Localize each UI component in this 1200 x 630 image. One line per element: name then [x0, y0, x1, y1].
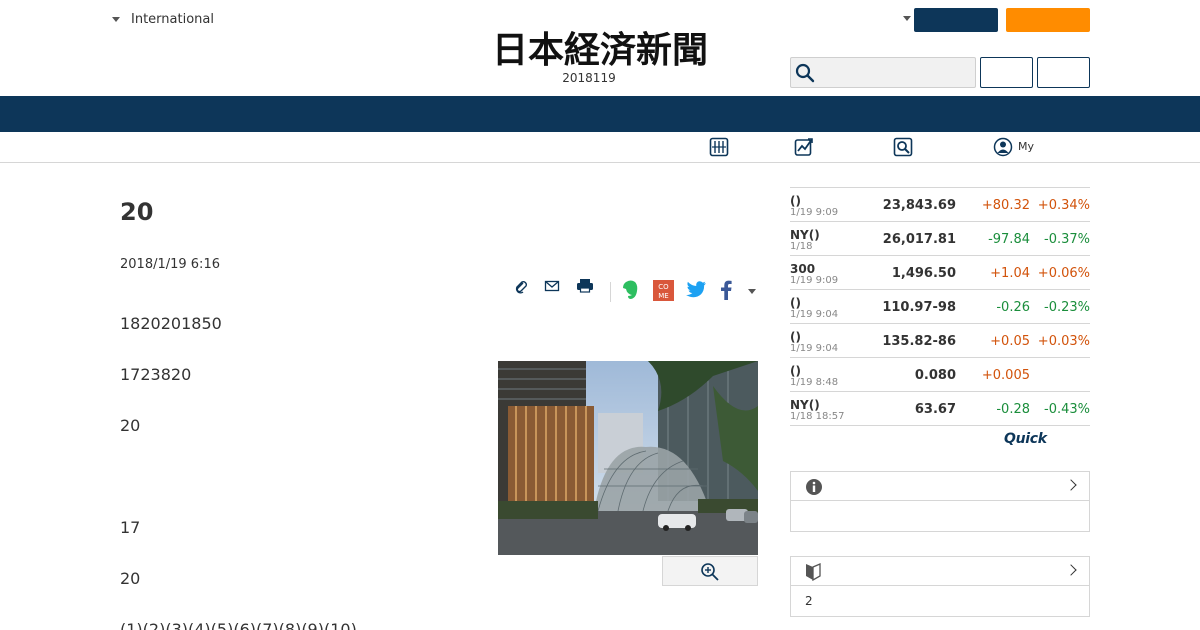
site-header: International 日本経済新聞 2018119	[0, 0, 1200, 96]
mail-icon[interactable]	[544, 278, 560, 294]
info-box	[790, 471, 1090, 532]
chevron-right-icon	[1065, 564, 1077, 576]
market-value: 63.67	[914, 402, 956, 417]
account-caret-icon[interactable]	[903, 16, 911, 21]
market-time: 1/19 9:09	[790, 207, 839, 218]
market-row[interactable]: 300 1/19 9:09 1,496.50 +1.04 +0.06%	[790, 256, 1090, 290]
market-name: ()	[790, 194, 801, 208]
svg-text:ME: ME	[658, 292, 668, 300]
market-name: ()	[790, 330, 801, 344]
login-button[interactable]	[914, 8, 998, 32]
market-change-percent: +0.34%	[1037, 198, 1090, 213]
beginner-box-header[interactable]	[791, 557, 1089, 586]
search-input[interactable]	[819, 58, 971, 87]
market-time: 1/18	[790, 241, 813, 252]
edition-date: 2018119	[562, 71, 616, 85]
market-row[interactable]: NY() 1/18 26,017.81 -97.84 -0.37%	[790, 222, 1090, 256]
market-row[interactable]: () 1/19 8:48 0.080 +0.005	[790, 358, 1090, 392]
market-name: NY()	[790, 228, 820, 242]
search-icon[interactable]	[795, 63, 815, 83]
market-change-percent: -0.43%	[1044, 402, 1090, 417]
sub-nav: My	[0, 132, 1200, 163]
subscribe-button[interactable]	[1006, 8, 1090, 32]
market-row[interactable]: () 1/19 9:09 23,843.69 +80.32 +0.34%	[790, 188, 1090, 222]
article-paragraph-2: 1723820	[120, 365, 192, 384]
market-name: NY()	[790, 398, 820, 412]
my-label[interactable]: My	[1018, 140, 1034, 153]
facebook-icon[interactable]	[720, 280, 732, 300]
zoom-in-icon	[701, 563, 719, 581]
svg-text:CO: CO	[658, 283, 669, 291]
market-value: 110.97-98	[882, 300, 956, 315]
photo-zoom-button[interactable]	[662, 556, 758, 586]
market-change: +0.05	[990, 334, 1030, 349]
market-time: 1/18 18:57	[790, 411, 845, 422]
article-photo[interactable]	[498, 361, 758, 555]
market-time: 1/19 9:04	[790, 343, 839, 354]
nikkei-logo[interactable]: 日本経済新聞	[450, 28, 750, 68]
market-change-percent: +0.06%	[1037, 266, 1090, 281]
svg-text:日本経済新聞: 日本経済新聞	[492, 29, 708, 68]
market-change-percent: -0.37%	[1044, 232, 1090, 247]
edition-selector[interactable]: International	[112, 12, 214, 27]
market-change: -97.84	[988, 232, 1030, 247]
market-value: 1,496.50	[891, 266, 956, 281]
market-change: +80.32	[981, 198, 1030, 213]
article-paragraph-1: 1820201850	[120, 314, 222, 333]
come-icon[interactable]: CO ME	[653, 280, 674, 301]
market-change: +0.005	[981, 368, 1030, 383]
market-name: ()	[790, 296, 801, 310]
market-change: +1.04	[990, 266, 1030, 281]
share-divider	[610, 282, 611, 302]
market-row[interactable]: () 1/19 9:04 110.97-98 -0.26 -0.23%	[790, 290, 1090, 324]
edition-selector-label: International	[131, 12, 214, 27]
user-icon[interactable]	[993, 137, 1013, 157]
main-nav-bar	[0, 96, 1200, 132]
market-change-percent: -0.23%	[1044, 300, 1090, 315]
share-more-caret-icon[interactable]	[748, 289, 756, 294]
article-paragraph-3: 20	[120, 416, 141, 435]
info-icon	[806, 479, 822, 495]
market-name: 300	[790, 262, 816, 276]
article-title: 20	[120, 198, 154, 226]
header-outline-button-1[interactable]	[980, 57, 1033, 88]
market-value: 26,017.81	[882, 232, 956, 247]
newspaper-icon[interactable]	[709, 137, 729, 157]
market-value: 23,843.69	[882, 198, 956, 213]
article-paragraph-6: (1)(2)(3)(4)(5)(6)(7)(8)(9)(10)	[120, 620, 357, 630]
beginner-box-body: 2	[805, 594, 813, 608]
header-outline-button-2[interactable]	[1037, 57, 1090, 88]
search-paper-icon[interactable]	[893, 137, 913, 157]
market-row[interactable]: NY() 1/18 18:57 63.67 -0.28 -0.43%	[790, 392, 1090, 426]
market-change-percent: +0.03%	[1037, 334, 1090, 349]
clip-icon[interactable]	[513, 278, 529, 294]
market-time: 1/19 9:04	[790, 309, 839, 320]
article-paragraph-4: 17	[120, 518, 141, 537]
market-value: 0.080	[914, 368, 956, 383]
chevron-right-icon	[1065, 479, 1077, 491]
search-box[interactable]	[790, 57, 976, 88]
evernote-icon[interactable]	[622, 279, 640, 301]
market-change: -0.28	[996, 402, 1030, 417]
market-change: -0.26	[996, 300, 1030, 315]
market-value: 135.82-86	[882, 334, 956, 349]
twitter-icon[interactable]	[685, 281, 707, 299]
beginner-box: 2	[790, 556, 1090, 617]
market-time: 1/19 9:09	[790, 275, 839, 286]
info-box-header[interactable]	[791, 472, 1089, 501]
article-paragraph-5: 20	[120, 569, 141, 588]
market-row[interactable]: () 1/19 9:04 135.82-86 +0.05 +0.03%	[790, 324, 1090, 358]
market-chart-icon[interactable]	[794, 137, 814, 157]
market-time: 1/19 8:48	[790, 377, 839, 388]
print-icon[interactable]	[576, 278, 594, 294]
beginner-mark-icon	[806, 563, 821, 581]
market-data-table: () 1/19 9:09 23,843.69 +80.32 +0.34% NY(…	[790, 187, 1090, 426]
quick-logo[interactable]: Quick	[1004, 431, 1047, 447]
article-date: 2018/1/19 6:16	[120, 257, 220, 272]
market-name: ()	[790, 364, 801, 378]
caret-down-icon	[112, 17, 120, 22]
